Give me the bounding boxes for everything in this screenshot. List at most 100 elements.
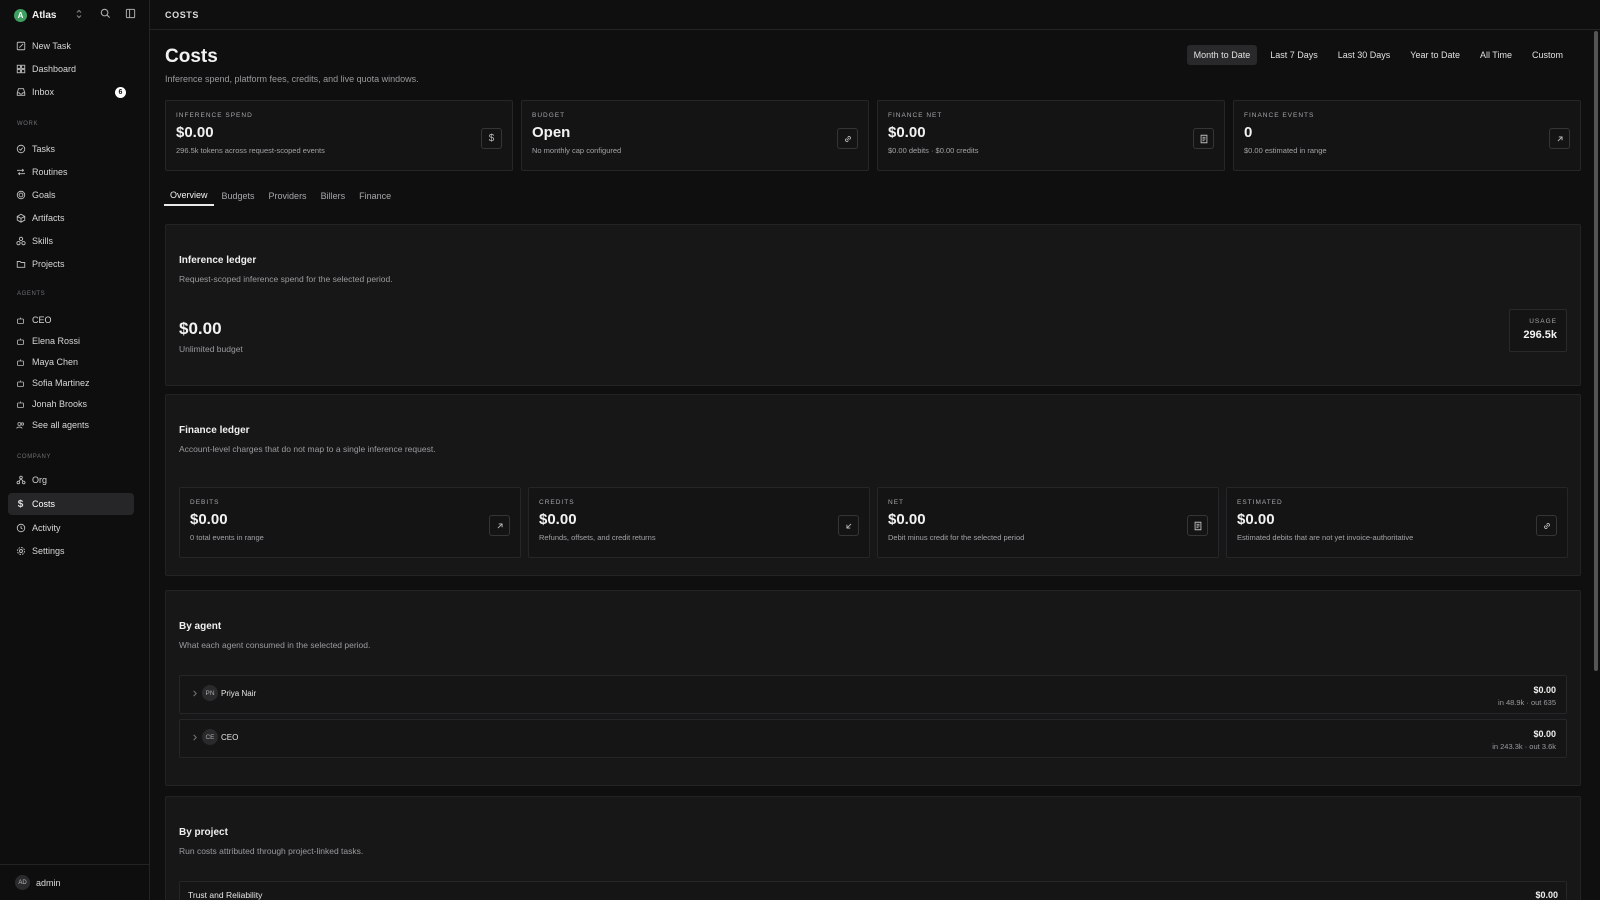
- nav-goals[interactable]: Goals: [8, 184, 134, 206]
- nav-label: Artifacts: [32, 213, 65, 223]
- budget-status: Unlimited budget: [179, 344, 243, 354]
- nav-agent-elena-rossi[interactable]: Elena Rossi: [8, 331, 134, 351]
- agent-name: Priya Nair: [221, 689, 257, 698]
- card-label: FINANCE NET: [888, 112, 943, 119]
- agent-amount: $0.00: [1533, 729, 1556, 739]
- nav-settings[interactable]: Settings: [8, 540, 134, 562]
- nav-agent-jonah-brooks[interactable]: Jonah Brooks: [8, 394, 134, 414]
- nav-costs[interactable]: $ Costs: [8, 493, 134, 515]
- nav-agent-ceo[interactable]: CEO: [8, 310, 134, 330]
- summary-card-inference-spend: INFERENCE SPEND $0.00 296.5k tokens acro…: [165, 100, 513, 171]
- nav-label: See all agents: [32, 420, 90, 430]
- nav-activity[interactable]: Activity: [8, 517, 134, 539]
- nav-label: Sofia Martinez: [32, 378, 90, 388]
- nav-routines[interactable]: Routines: [8, 161, 134, 183]
- range-last-7-days[interactable]: Last 7 Days: [1263, 45, 1325, 65]
- nav-skills[interactable]: Skills: [8, 230, 134, 252]
- workspace-switcher[interactable]: A Atlas: [14, 8, 139, 22]
- bot-icon: [15, 357, 26, 368]
- nav-see-all-agents[interactable]: See all agents: [8, 415, 134, 435]
- nav-label: Inbox: [32, 87, 55, 97]
- dashboard-icon: [15, 64, 26, 75]
- tab-finance[interactable]: Finance: [353, 186, 397, 206]
- nav-label: Tasks: [32, 144, 56, 154]
- tab-billers[interactable]: Billers: [315, 186, 352, 206]
- finance-card-credits: CREDITS $0.00 Refunds, offsets, and cred…: [528, 487, 870, 558]
- arrow-down-left-icon: [838, 515, 859, 536]
- panel-subtitle: Request-scoped inference spend for the s…: [179, 274, 393, 284]
- chevron-up-down-icon[interactable]: [75, 8, 83, 20]
- avatar: AD: [15, 875, 30, 890]
- chevron-right-icon[interactable]: [191, 733, 198, 742]
- agent-amount: $0.00: [1533, 685, 1556, 695]
- nav-inbox[interactable]: Inbox 6: [8, 81, 134, 103]
- nav-artifacts[interactable]: Artifacts: [8, 207, 134, 229]
- by-project-panel: By project Run costs attributed through …: [165, 796, 1581, 900]
- card-value: $0.00: [888, 511, 926, 528]
- chevron-right-icon[interactable]: [191, 689, 198, 698]
- org-icon: [15, 475, 26, 486]
- nav-tasks[interactable]: Tasks: [8, 138, 134, 160]
- card-value: $0.00: [176, 124, 214, 141]
- nav-agent-sofia-martinez[interactable]: Sofia Martinez: [8, 373, 134, 393]
- project-row[interactable]: Trust and Reliability $0.00: [179, 881, 1567, 900]
- nav-agent-maya-chen[interactable]: Maya Chen: [8, 352, 134, 372]
- bot-icon: [15, 315, 26, 326]
- card-label: DEBITS: [190, 499, 220, 506]
- nav-org[interactable]: Org: [8, 469, 134, 491]
- usage-box: USAGE 296.5k: [1509, 309, 1567, 352]
- breadcrumb: COSTS: [150, 0, 1600, 30]
- repeat-icon: [15, 167, 26, 178]
- card-value: $0.00: [190, 511, 228, 528]
- usage-value: 296.5k: [1523, 329, 1557, 341]
- nav-new-task[interactable]: New Task: [8, 35, 134, 57]
- by-agent-panel: By agent What each agent consumed in the…: [165, 590, 1581, 786]
- panel-title: By project: [179, 827, 228, 838]
- section-agents: AGENTS: [17, 291, 46, 297]
- link-icon: [1536, 515, 1557, 536]
- nav-projects[interactable]: Projects: [8, 253, 134, 275]
- link-icon: [837, 128, 858, 149]
- avatar: PN: [202, 685, 218, 701]
- range-month-to-date[interactable]: Month to Date: [1186, 45, 1258, 65]
- search-icon[interactable]: [100, 8, 111, 19]
- nav-dashboard[interactable]: Dashboard: [8, 58, 134, 80]
- range-all-time[interactable]: All Time: [1473, 45, 1519, 65]
- range-year-to-date[interactable]: Year to Date: [1403, 45, 1467, 65]
- nav-label: CEO: [32, 315, 52, 325]
- agent-tokens: in 243.3k · out 3.6k: [1492, 742, 1556, 751]
- page-title: Costs: [165, 46, 218, 67]
- nav-label: Jonah Brooks: [32, 399, 88, 409]
- tab-overview[interactable]: Overview: [164, 186, 214, 206]
- card-value: $0.00: [1237, 511, 1275, 528]
- finance-card-estimated: ESTIMATED $0.00 Estimated debits that ar…: [1226, 487, 1568, 558]
- card-caption: Debit minus credit for the selected peri…: [888, 533, 1025, 542]
- dollar-icon: $: [481, 128, 502, 149]
- agent-row[interactable]: PN Priya Nair $0.00 in 48.9k · out 635: [179, 675, 1567, 714]
- scrollbar[interactable]: [1594, 31, 1598, 671]
- history-icon: [15, 523, 26, 534]
- bot-icon: [15, 399, 26, 410]
- nav-label: Projects: [32, 259, 65, 269]
- panel-title: Inference ledger: [179, 255, 257, 266]
- card-label: FINANCE EVENTS: [1244, 112, 1315, 119]
- nav-label: Costs: [32, 499, 56, 509]
- finance-card-debits: DEBITS $0.00 0 total events in range: [179, 487, 521, 558]
- card-label: INFERENCE SPEND: [176, 112, 253, 119]
- range-last-30-days[interactable]: Last 30 Days: [1331, 45, 1398, 65]
- panel-toggle-icon[interactable]: [125, 8, 136, 19]
- agent-row[interactable]: CE CEO $0.00 in 243.3k · out 3.6k: [179, 719, 1567, 758]
- tab-providers[interactable]: Providers: [263, 186, 313, 206]
- card-label: NET: [888, 499, 904, 506]
- receipt-icon: [1193, 128, 1214, 149]
- nav-label: Elena Rossi: [32, 336, 81, 346]
- user-menu[interactable]: AD admin: [0, 864, 150, 900]
- box-icon: [15, 213, 26, 224]
- tab-budgets[interactable]: Budgets: [216, 186, 261, 206]
- card-value: Open: [532, 124, 571, 141]
- page-subtitle: Inference spend, platform fees, credits,…: [165, 74, 419, 84]
- card-label: BUDGET: [532, 112, 566, 119]
- gear-icon: [15, 546, 26, 557]
- range-custom[interactable]: Custom: [1525, 45, 1570, 65]
- card-value: $0.00: [888, 124, 926, 141]
